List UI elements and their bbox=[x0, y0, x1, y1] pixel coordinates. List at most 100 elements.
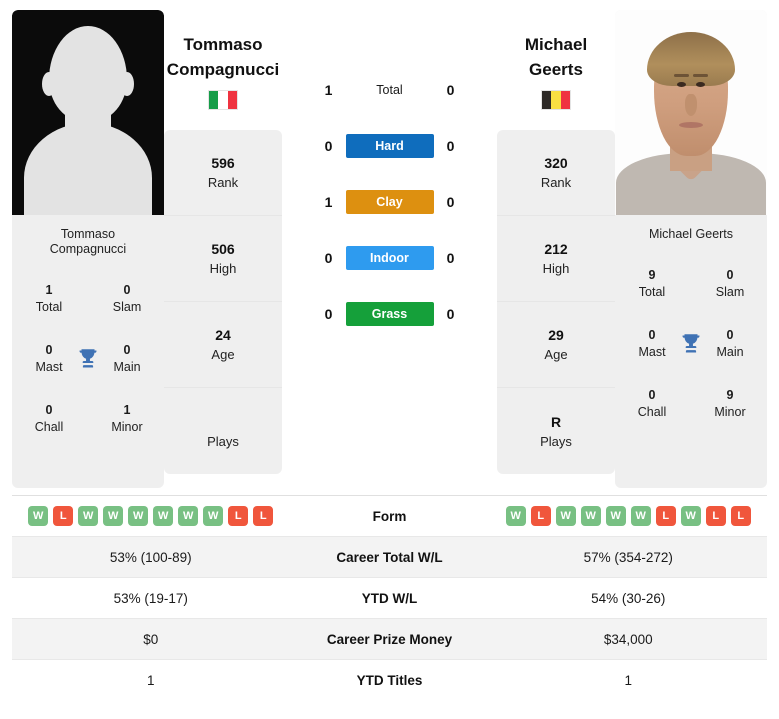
left-info-age: 24 Age bbox=[164, 302, 282, 388]
right-stat-chall: 0 Chall bbox=[637, 388, 667, 419]
surface-grass-left-value: 0 bbox=[324, 306, 333, 322]
right-stat-mast: 0 Mast bbox=[638, 328, 666, 359]
right-titles-row-2: 0 Mast 0 Main bbox=[625, 314, 757, 374]
left-ytd-wl: 53% (19-17) bbox=[113, 590, 188, 606]
right-player-name-line2: Geerts bbox=[529, 60, 583, 79]
right-info-rank: 320 Rank bbox=[497, 130, 615, 216]
form-badge-l[interactable]: L bbox=[530, 506, 551, 526]
player-portrait-image bbox=[615, 10, 767, 215]
left-stat-total: 1 Total bbox=[35, 283, 63, 314]
portrait-mouth bbox=[679, 122, 703, 128]
form-badge-l[interactable]: L bbox=[705, 506, 726, 526]
form-badge-w[interactable]: W bbox=[178, 506, 199, 526]
left-titles-grid: 1 Total 0 Slam 0 Mast 0 Main 0 Chall 1 M… bbox=[12, 267, 164, 488]
portrait-eye-left bbox=[677, 82, 686, 87]
form-badge-w[interactable]: W bbox=[605, 506, 626, 526]
table-row-career-wl: 53% (100-89) Career Total W/L 57% (354-2… bbox=[12, 537, 767, 578]
right-stat-slam: 0 Slam bbox=[715, 268, 745, 299]
form-badge-w[interactable]: W bbox=[680, 506, 701, 526]
ytd-wl-label: YTD W/L bbox=[361, 590, 418, 606]
surface-row-total: 1 Total 0 bbox=[282, 62, 497, 118]
belgium-flag-icon bbox=[540, 90, 571, 110]
portrait-brow-right bbox=[693, 74, 708, 77]
form-badge-l[interactable]: L bbox=[730, 506, 751, 526]
surface-indoor-right-value: 0 bbox=[446, 250, 455, 266]
left-ytd-titles: 1 bbox=[146, 673, 155, 688]
form-badge-w[interactable]: W bbox=[580, 506, 601, 526]
form-badge-w[interactable]: W bbox=[153, 506, 174, 526]
right-info-age: 29 Age bbox=[497, 302, 615, 388]
portrait-nose bbox=[685, 94, 697, 116]
left-stat-slam: 0 Slam bbox=[112, 283, 142, 314]
surface-total-left-value: 1 bbox=[324, 82, 333, 98]
surface-clay-label: Clay bbox=[345, 190, 434, 214]
form-badge-w[interactable]: W bbox=[203, 506, 224, 526]
form-badge-w[interactable]: W bbox=[78, 506, 99, 526]
surface-indoor-label: Indoor bbox=[345, 246, 434, 270]
surface-row-hard: 0 Hard 0 bbox=[282, 118, 497, 174]
left-form-cell: WLWWWWWWLL bbox=[12, 506, 290, 526]
left-player-card: Tommaso Compagnucci 1 Total 0 Slam 0 Mas… bbox=[12, 10, 164, 488]
portrait-eye-right bbox=[696, 82, 705, 87]
left-player-header: Tommaso Compagnucci bbox=[167, 10, 279, 130]
right-player-card: Michael Geerts 9 Total 0 Slam 0 Mast 0 M… bbox=[615, 10, 767, 488]
form-badge-l[interactable]: L bbox=[655, 506, 676, 526]
portrait-brow-left bbox=[674, 74, 689, 77]
left-photo-caption-line1: Tommaso bbox=[60, 227, 116, 241]
right-info-high: 212 High bbox=[497, 216, 615, 302]
surface-titles-column: 1 Total 0 0 Hard 0 1 Clay 0 0 Indoor 0 0 bbox=[282, 10, 497, 342]
left-titles-row-1: 1 Total 0 Slam bbox=[22, 269, 154, 329]
right-prize-money: $34,000 bbox=[603, 631, 653, 647]
form-badge-w[interactable]: W bbox=[128, 506, 149, 526]
table-row-ytd-titles: 1 YTD Titles 1 bbox=[12, 660, 767, 701]
left-form-strip: WLWWWWWWLL bbox=[12, 506, 290, 526]
left-photo-caption: Tommaso Compagnucci bbox=[44, 215, 132, 267]
surface-total-right-value: 0 bbox=[446, 82, 455, 98]
surface-row-grass: 0 Grass 0 bbox=[282, 286, 497, 342]
silhouette-body-icon bbox=[24, 123, 152, 215]
form-badge-l[interactable]: L bbox=[253, 506, 274, 526]
surface-total-label: Total bbox=[376, 83, 403, 97]
left-photo-caption-line2: Compagnucci bbox=[49, 242, 127, 256]
prize-money-label: Career Prize Money bbox=[326, 631, 453, 647]
right-info-plays: R Plays bbox=[540, 413, 572, 449]
form-badge-w[interactable]: W bbox=[28, 506, 49, 526]
right-career-wl: 57% (354-272) bbox=[583, 549, 673, 565]
left-career-wl: 53% (100-89) bbox=[109, 549, 192, 565]
surface-clay-right-value: 0 bbox=[446, 194, 455, 210]
table-row-prize-money: $0 Career Prize Money $34,000 bbox=[12, 619, 767, 660]
surface-hard-left-value: 0 bbox=[324, 138, 333, 154]
right-titles-row-1: 9 Total 0 Slam bbox=[625, 254, 757, 314]
left-info-rank: 596 Rank bbox=[164, 130, 282, 216]
surface-indoor-left-value: 0 bbox=[324, 250, 333, 266]
surface-row-indoor: 0 Indoor 0 bbox=[282, 230, 497, 286]
right-player-header: Michael Geerts bbox=[525, 10, 587, 130]
trophy-icon bbox=[682, 334, 700, 353]
form-badge-l[interactable]: L bbox=[53, 506, 74, 526]
right-form-strip: WLWWWWLWLL bbox=[490, 506, 768, 526]
player-comparison-page: Tommaso Compagnucci 1 Total 0 Slam 0 Mas… bbox=[0, 0, 779, 719]
left-player-photo bbox=[12, 10, 164, 215]
form-badge-w[interactable]: W bbox=[630, 506, 651, 526]
silhouette-ear-left-icon bbox=[42, 72, 56, 96]
form-badge-l[interactable]: L bbox=[228, 506, 249, 526]
right-info-box: 320 Rank 212 High 29 Age R Plays bbox=[497, 130, 615, 474]
silhouette-ear-right-icon bbox=[120, 72, 134, 96]
surface-clay-left-value: 1 bbox=[324, 194, 333, 210]
right-player-name-line1: Michael bbox=[524, 35, 588, 54]
left-titles-row-3: 0 Chall 1 Minor bbox=[22, 389, 154, 449]
right-photo-caption-line1: Michael Geerts bbox=[648, 227, 734, 241]
right-player-photo bbox=[615, 10, 767, 215]
form-badge-w[interactable]: W bbox=[103, 506, 124, 526]
right-titles-grid: 9 Total 0 Slam 0 Mast 0 Main 0 Chall 9 M… bbox=[615, 252, 767, 488]
form-badge-w[interactable]: W bbox=[505, 506, 526, 526]
right-form-cell: WLWWWWLWLL bbox=[490, 506, 768, 526]
surface-grass-label: Grass bbox=[345, 302, 434, 326]
form-badge-w[interactable]: W bbox=[555, 506, 576, 526]
right-ytd-titles: 1 bbox=[624, 673, 632, 688]
left-prize-money: $0 bbox=[143, 631, 159, 647]
italy-flag-icon bbox=[208, 90, 238, 110]
left-stat-mast: 0 Mast bbox=[35, 343, 63, 374]
trophy-icon bbox=[79, 349, 97, 368]
right-info-column: Michael Geerts 320 Rank 212 High 29 Age bbox=[497, 10, 615, 474]
